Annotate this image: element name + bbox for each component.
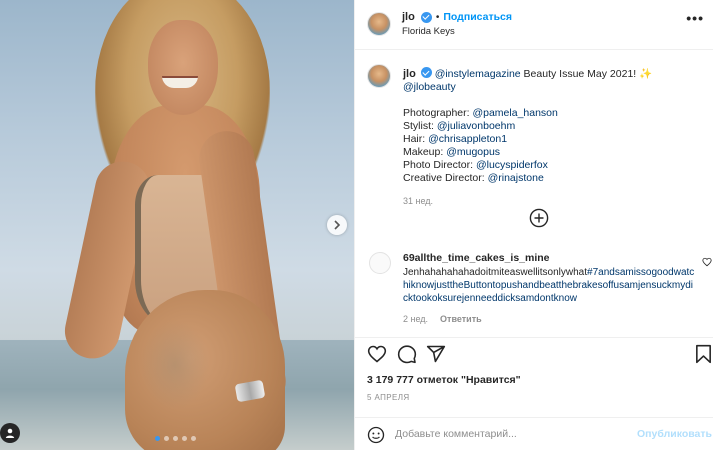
credit-handle[interactable]: @juliavonboehm xyxy=(437,120,515,132)
comment-meta: 2 нед. Ответить xyxy=(403,313,695,326)
photo-sand xyxy=(140,320,210,410)
carousel-dot xyxy=(182,436,187,441)
carousel-dot xyxy=(173,436,178,441)
credit-line: Hair: @chrisappleton1 xyxy=(403,133,703,146)
heart-icon[interactable] xyxy=(367,344,387,364)
carousel-dot xyxy=(191,436,196,441)
credit-handle[interactable]: @pamela_hanson xyxy=(472,107,557,119)
instagram-post: jlo • Подписаться Florida Keys ••• jlo @… xyxy=(0,0,713,450)
tagged-users-button[interactable] xyxy=(0,423,20,443)
post-location[interactable]: Florida Keys xyxy=(402,26,455,37)
credit-handle[interactable]: @chrisappleton1 xyxy=(428,133,507,145)
likes-count[interactable]: 3 179 777 отметок "Нравится" xyxy=(367,374,521,386)
action-bar xyxy=(355,337,713,367)
follow-button[interactable]: Подписаться xyxy=(443,11,512,23)
author-avatar[interactable] xyxy=(367,12,391,36)
verified-icon xyxy=(420,67,432,78)
verified-icon xyxy=(420,11,432,23)
credit-line: Creative Director: @rinajstone xyxy=(403,172,703,185)
credit-role: Hair: xyxy=(403,133,429,145)
mention-jlobeauty[interactable]: @jlobeauty xyxy=(403,81,456,93)
carousel-dot xyxy=(155,436,160,441)
more-icon[interactable]: ••• xyxy=(686,10,704,26)
post-photo[interactable] xyxy=(0,0,354,450)
credit-line: Photographer: @pamela_hanson xyxy=(403,107,703,120)
load-more-comments-button[interactable] xyxy=(529,208,549,231)
credit-handle[interactable]: @lucyspiderfox xyxy=(476,159,548,171)
post-header: jlo • Подписаться Florida Keys ••• xyxy=(355,0,713,50)
commenter-username[interactable]: 69allthe_time_cakes_is_mine xyxy=(403,252,695,265)
credit-line: Photo Director: @lucyspiderfox xyxy=(403,159,703,172)
credit-role: Creative Director: xyxy=(403,172,488,184)
plus-circle-icon xyxy=(529,208,549,228)
comment-time: 2 нед. xyxy=(403,314,429,324)
post-date: 5 АПРЕЛЯ xyxy=(367,393,410,402)
carousel-dot xyxy=(164,436,169,441)
credit-role: Photo Director: xyxy=(403,159,476,171)
commenter-avatar[interactable] xyxy=(369,252,391,274)
caption-username[interactable]: jlo xyxy=(403,68,416,80)
comment-plain-text: Jenhahahahahadoitmiteaswellitsonlywhat xyxy=(403,267,588,278)
credit-handle[interactable]: @mugopus xyxy=(446,146,500,158)
caption-time: 31 нед. xyxy=(403,196,434,206)
emoji-icon[interactable] xyxy=(367,426,385,444)
caption-avatar[interactable] xyxy=(367,64,391,88)
publish-button[interactable]: Опубликовать xyxy=(637,428,712,440)
sparkles-emoji: ✨ xyxy=(639,68,653,80)
author-username[interactable]: jlo xyxy=(402,11,415,23)
separator-dot: • xyxy=(435,11,440,23)
credits-list: Photographer: @pamela_hanson Stylist: @j… xyxy=(403,107,703,185)
post-side-panel: jlo • Подписаться Florida Keys ••• jlo @… xyxy=(354,0,713,450)
credit-line: Stylist: @juliavonboehm xyxy=(403,120,703,133)
chevron-right-icon xyxy=(334,220,341,230)
credit-role: Makeup: xyxy=(403,146,447,158)
caption-text: Beauty Issue May 2021! xyxy=(520,68,640,80)
credit-handle[interactable]: @rinajstone xyxy=(488,172,544,184)
credit-role: Stylist: xyxy=(403,120,437,132)
bookmark-icon[interactable] xyxy=(695,344,712,364)
share-icon[interactable] xyxy=(426,344,446,364)
photo-face xyxy=(148,20,218,115)
comment-text: Jenhahahahahadoitmiteaswellitsonlywhat#7… xyxy=(403,266,695,305)
reply-button[interactable]: Ответить xyxy=(440,313,482,326)
mention-instyle[interactable]: @instylemagazine xyxy=(435,68,521,80)
heart-icon[interactable] xyxy=(702,257,712,267)
user-tag-icon xyxy=(5,428,15,438)
next-slide-button[interactable] xyxy=(327,215,347,235)
add-comment-bar: Опубликовать xyxy=(355,417,713,450)
carousel-dots xyxy=(155,436,196,441)
comment-input[interactable] xyxy=(395,425,635,443)
comment-icon[interactable] xyxy=(397,344,417,364)
credit-line: Makeup: @mugopus xyxy=(403,146,703,159)
credit-role: Photographer: xyxy=(403,107,473,119)
